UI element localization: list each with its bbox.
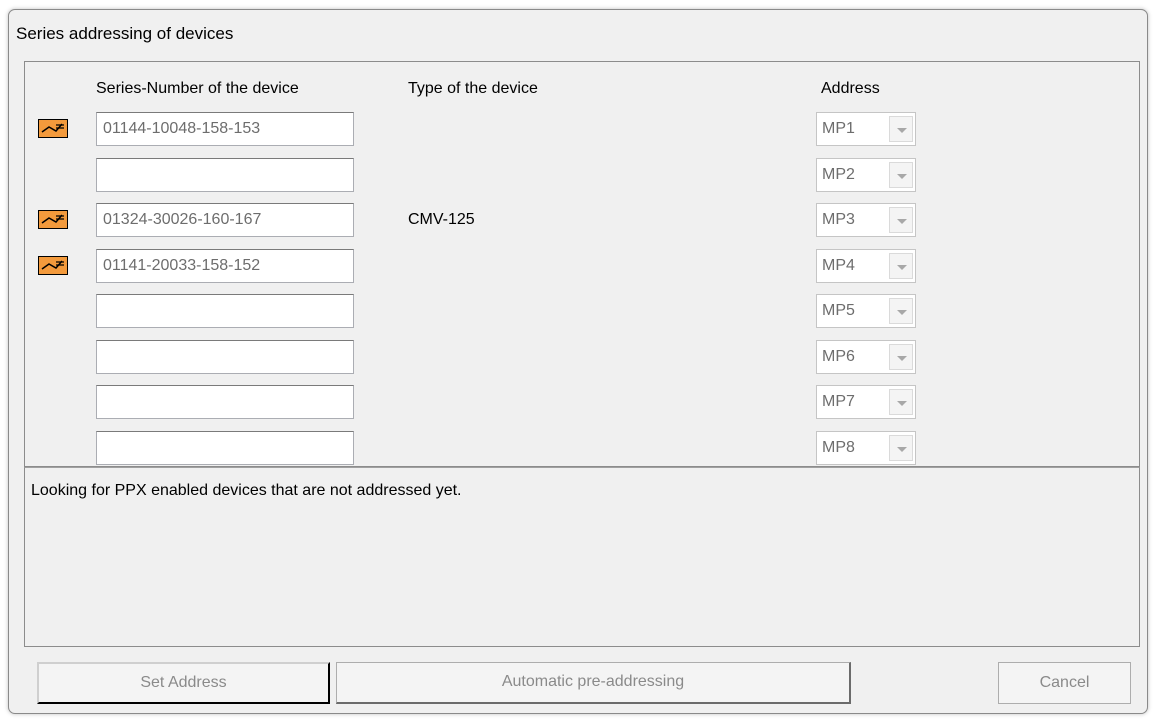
serial-number-field[interactable]: [96, 431, 354, 465]
address-dropdown[interactable]: MP1: [816, 112, 916, 146]
address-value: MP7: [822, 393, 855, 410]
header-serial-number: Series-Number of the device: [96, 80, 299, 97]
device-connector-icon: [38, 119, 68, 138]
chevron-down-icon[interactable]: [889, 389, 913, 415]
address-dropdown[interactable]: MP3: [816, 203, 916, 237]
status-panel: Looking for PPX enabled devices that are…: [24, 467, 1140, 647]
address-dropdown[interactable]: MP7: [816, 385, 916, 419]
address-value: MP5: [822, 302, 855, 319]
cancel-button[interactable]: Cancel: [998, 662, 1131, 704]
address-dropdown[interactable]: MP8: [816, 431, 916, 465]
address-value: MP1: [822, 120, 855, 137]
address-dropdown[interactable]: MP6: [816, 340, 916, 374]
chevron-down-icon[interactable]: [889, 298, 913, 324]
serial-number-field[interactable]: [96, 385, 354, 419]
address-dropdown[interactable]: MP2: [816, 158, 916, 192]
device-type-label: CMV-125: [408, 211, 475, 228]
address-value: MP2: [822, 166, 855, 183]
serial-number-field[interactable]: [96, 294, 354, 328]
header-device-type: Type of the device: [408, 80, 538, 97]
serial-number-field[interactable]: [96, 249, 354, 283]
header-address: Address: [821, 80, 880, 97]
address-dropdown[interactable]: MP5: [816, 294, 916, 328]
automatic-pre-addressing-button[interactable]: Automatic pre-addressing: [336, 662, 851, 704]
serial-number-field[interactable]: [96, 203, 354, 237]
serial-number-field[interactable]: [96, 158, 354, 192]
chevron-down-icon[interactable]: [889, 435, 913, 461]
address-value: MP8: [822, 439, 855, 456]
address-value: MP6: [822, 348, 855, 365]
chevron-down-icon[interactable]: [889, 162, 913, 188]
address-value: MP4: [822, 257, 855, 274]
dialog-title: Series addressing of devices: [16, 24, 234, 43]
chevron-down-icon[interactable]: [889, 207, 913, 233]
address-value: MP3: [822, 211, 855, 228]
status-message: Looking for PPX enabled devices that are…: [31, 482, 462, 499]
set-address-button[interactable]: Set Address: [37, 662, 330, 704]
serial-number-field[interactable]: [96, 112, 354, 146]
device-connector-icon: [38, 256, 68, 275]
chevron-down-icon[interactable]: [889, 116, 913, 142]
serial-number-field[interactable]: [96, 340, 354, 374]
address-dropdown[interactable]: MP4: [816, 249, 916, 283]
chevron-down-icon[interactable]: [889, 344, 913, 370]
device-connector-icon: [38, 210, 68, 229]
chevron-down-icon[interactable]: [889, 253, 913, 279]
